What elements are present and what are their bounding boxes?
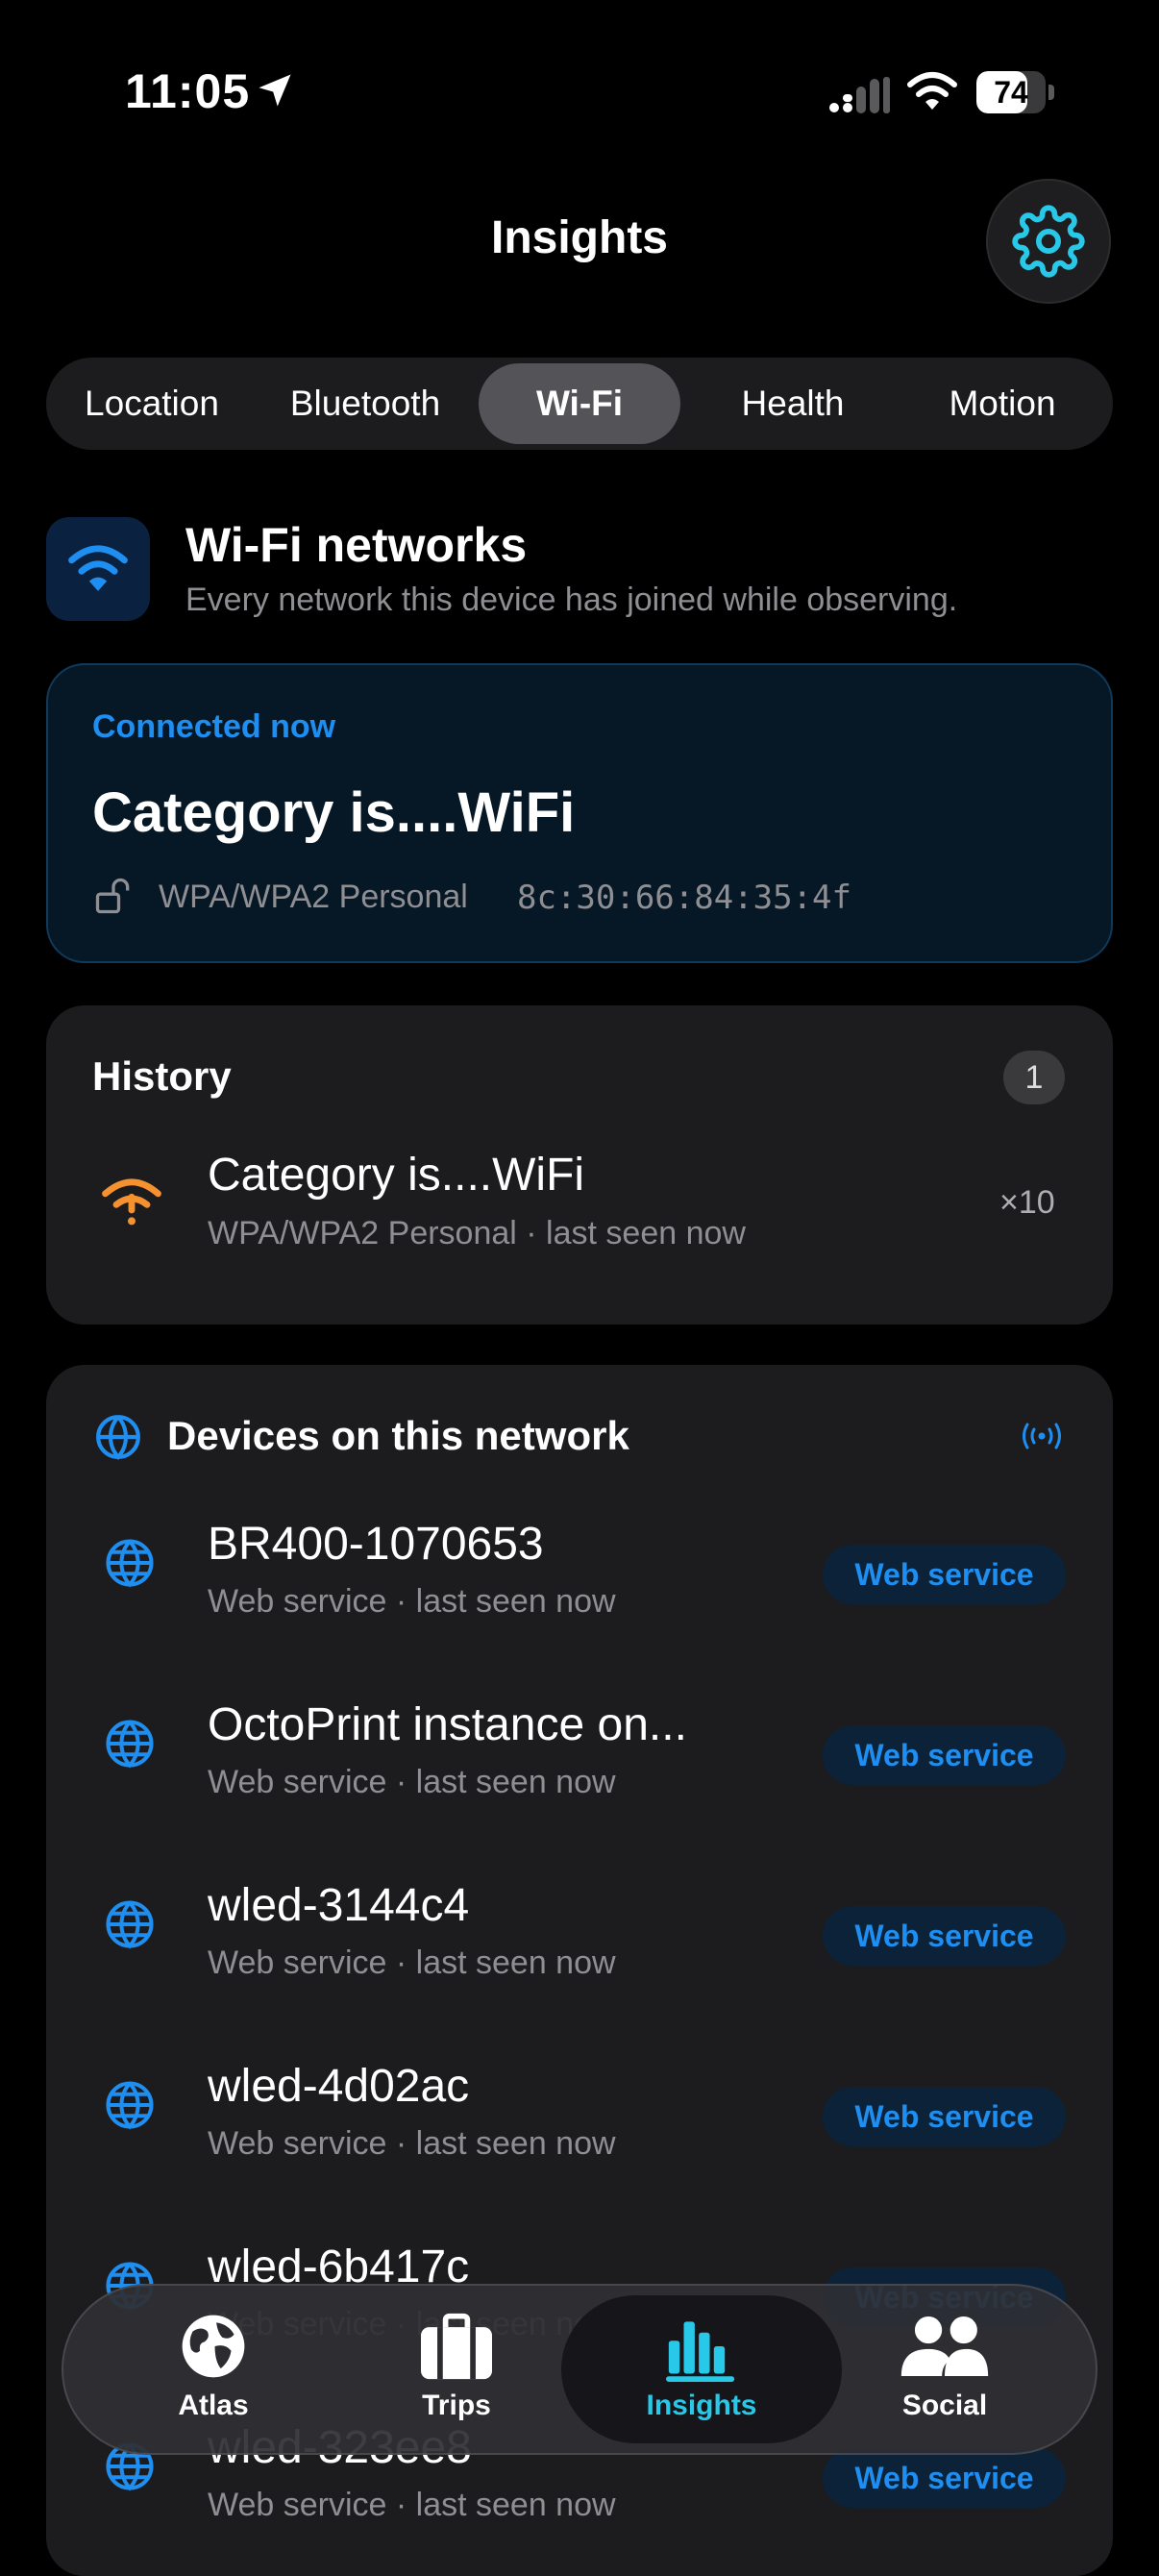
tab-insights[interactable]: Insights (605, 2311, 798, 2422)
tab-trips[interactable]: Trips (360, 2311, 553, 2422)
wifi-icon (68, 545, 128, 591)
device-name[interactable]: OctoPrint instance on... (208, 1698, 687, 1751)
device-type-badge: Web service (823, 2087, 1066, 2146)
unlocked-lock-icon (95, 878, 130, 914)
broadcast-icon[interactable] (1019, 1421, 1065, 1451)
device-type-badge: Web service (823, 2448, 1066, 2508)
history-count-badge: 1 (1003, 1051, 1065, 1104)
globe-icon (104, 1537, 156, 1594)
tab-atlas-label: Atlas (178, 2390, 249, 2421)
bar-chart-icon (666, 2321, 735, 2382)
wifi-status-icon (907, 72, 957, 110)
device-subtitle: Web service · last seen now (208, 2487, 616, 2523)
location-arrow-icon (259, 74, 291, 107)
section-subtitle: Every network this device has joined whi… (185, 582, 958, 618)
history-network-name[interactable]: Category is....WiFi (208, 1149, 584, 1201)
tab-atlas[interactable]: Atlas (117, 2311, 309, 2422)
tab-social-label: Social (901, 2390, 988, 2421)
cellular-signal-icon (829, 77, 890, 113)
device-type-badge: Web service (823, 1725, 1066, 1785)
battery-indicator: 74 (976, 71, 1055, 113)
device-subtitle: Web service · last seen now (208, 1583, 616, 1620)
segment-wifi[interactable]: Wi-Fi (479, 363, 680, 444)
history-title: History (92, 1053, 232, 1099)
status-time: 11:05 (125, 64, 251, 118)
history-join-count: ×10 (999, 1184, 1055, 1221)
segment-location[interactable]: Location (56, 358, 248, 450)
history-network-subtitle: WPA/WPA2 Personal · last seen now (208, 1215, 746, 1251)
gear-icon (1012, 205, 1085, 278)
device-subtitle: Web service · last seen now (208, 2125, 616, 2162)
connected-mac-address: 8c:30:66:84:35:4f (517, 879, 851, 917)
connected-label: Connected now (92, 708, 336, 745)
device-name[interactable]: BR400-1070653 (208, 1518, 544, 1571)
section-title: Wi-Fi networks (185, 518, 528, 572)
tab-insights-label: Insights (646, 2390, 757, 2421)
device-type-badge: Web service (823, 1545, 1066, 1604)
globe-icon (104, 1718, 156, 1774)
suitcase-icon (421, 2313, 492, 2380)
segment-health[interactable]: Health (692, 358, 894, 450)
device-type-badge: Web service (823, 1906, 1066, 1966)
device-subtitle: Web service · last seen now (208, 1944, 616, 1981)
globe-icon (96, 1415, 140, 1460)
battery-percent: 74 (994, 75, 1028, 110)
wifi-section-icon-tile (46, 517, 150, 621)
globe-icon (182, 2315, 245, 2378)
device-name[interactable]: wled-3144c4 (208, 1879, 469, 1932)
wifi-exclamation-icon (102, 1178, 161, 1226)
settings-button[interactable] (986, 179, 1111, 304)
connected-security: WPA/WPA2 Personal (159, 879, 468, 915)
globe-icon (104, 2079, 156, 2136)
category-segmented-control: Location Bluetooth Wi-Fi Health Motion (46, 358, 1113, 450)
tab-trips-label: Trips (422, 2390, 491, 2421)
segment-motion[interactable]: Motion (901, 358, 1103, 450)
devices-title: Devices on this network (167, 1413, 629, 1458)
device-name[interactable]: wled-4d02ac (208, 2060, 469, 2113)
device-subtitle: Web service · last seen now (208, 1764, 616, 1800)
connected-network-name: Category is....WiFi (92, 781, 576, 844)
people-icon (900, 2316, 989, 2377)
tab-social[interactable]: Social (849, 2311, 1041, 2422)
globe-icon (104, 1898, 156, 1955)
segment-bluetooth[interactable]: Bluetooth (259, 358, 471, 450)
